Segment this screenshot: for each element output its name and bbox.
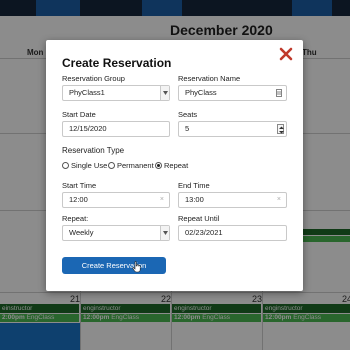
repeat-value: Weekly: [69, 228, 94, 237]
radio-permanent[interactable]: Permanent: [108, 161, 154, 171]
reservation-name-value: PhyClass: [185, 88, 217, 97]
dropdown-arrow: [160, 86, 169, 100]
start-time-value: 12:00: [69, 195, 88, 204]
clear-icon[interactable]: ×: [277, 193, 281, 207]
start-date-value: 12/15/2020: [69, 124, 107, 133]
create-reservation-dialog: Create Reservation Reservation Group Phy…: [46, 40, 303, 291]
hand-cursor-icon: [132, 261, 141, 273]
stepper-arrows-icon: [279, 126, 284, 134]
reservation-group-value: PhyClass1: [69, 88, 105, 97]
repeat-until-input[interactable]: 02/23/2021: [178, 225, 287, 241]
radio-label: Single Use: [71, 161, 108, 170]
repeat-until-value: 02/23/2021: [185, 228, 223, 237]
chevron-down-icon: [163, 231, 168, 235]
repeat-label: Repeat:: [62, 214, 89, 223]
start-date-label: Start Date: [62, 110, 96, 119]
password-manager-icon[interactable]: [276, 89, 282, 97]
reservation-type-label: Reservation Type: [62, 146, 125, 155]
seats-value: 5: [185, 124, 190, 133]
close-x-icon: [279, 47, 293, 61]
radio-label: Permanent: [117, 161, 154, 170]
radio-button[interactable]: [108, 162, 115, 169]
seats-stepper[interactable]: [277, 124, 284, 134]
start-time-label: Start Time: [62, 181, 97, 190]
radio-repeat[interactable]: Repeat: [155, 161, 188, 171]
start-time-input[interactable]: 12:00 ×: [62, 192, 170, 208]
clear-icon[interactable]: ×: [160, 193, 164, 207]
repeat-until-label: Repeat Until: [178, 214, 220, 223]
reservation-name-label: Reservation Name: [178, 74, 241, 83]
start-date-input[interactable]: 12/15/2020: [62, 121, 170, 137]
seats-input[interactable]: 5: [178, 121, 287, 137]
repeat-select[interactable]: Weekly: [62, 225, 170, 241]
close-button[interactable]: [278, 46, 294, 62]
reservation-group-label: Reservation Group: [62, 74, 125, 83]
radio-button-selected[interactable]: [155, 162, 162, 169]
end-time-value: 13:00: [185, 195, 204, 204]
chevron-down-icon: [163, 91, 168, 95]
radio-single-use[interactable]: Single Use: [62, 161, 107, 171]
radio-label: Repeat: [164, 161, 189, 170]
dialog-title: Create Reservation: [62, 56, 172, 70]
reservation-group-select[interactable]: PhyClass1: [62, 85, 170, 101]
reservation-name-input[interactable]: PhyClass: [178, 85, 287, 101]
seats-label: Seats: [178, 110, 198, 119]
end-time-label: End Time: [178, 181, 210, 190]
radio-button[interactable]: [62, 162, 69, 169]
create-reservation-button[interactable]: Create Reservation: [62, 257, 166, 274]
end-time-input[interactable]: 13:00 ×: [178, 192, 287, 208]
dropdown-arrow: [160, 226, 169, 240]
